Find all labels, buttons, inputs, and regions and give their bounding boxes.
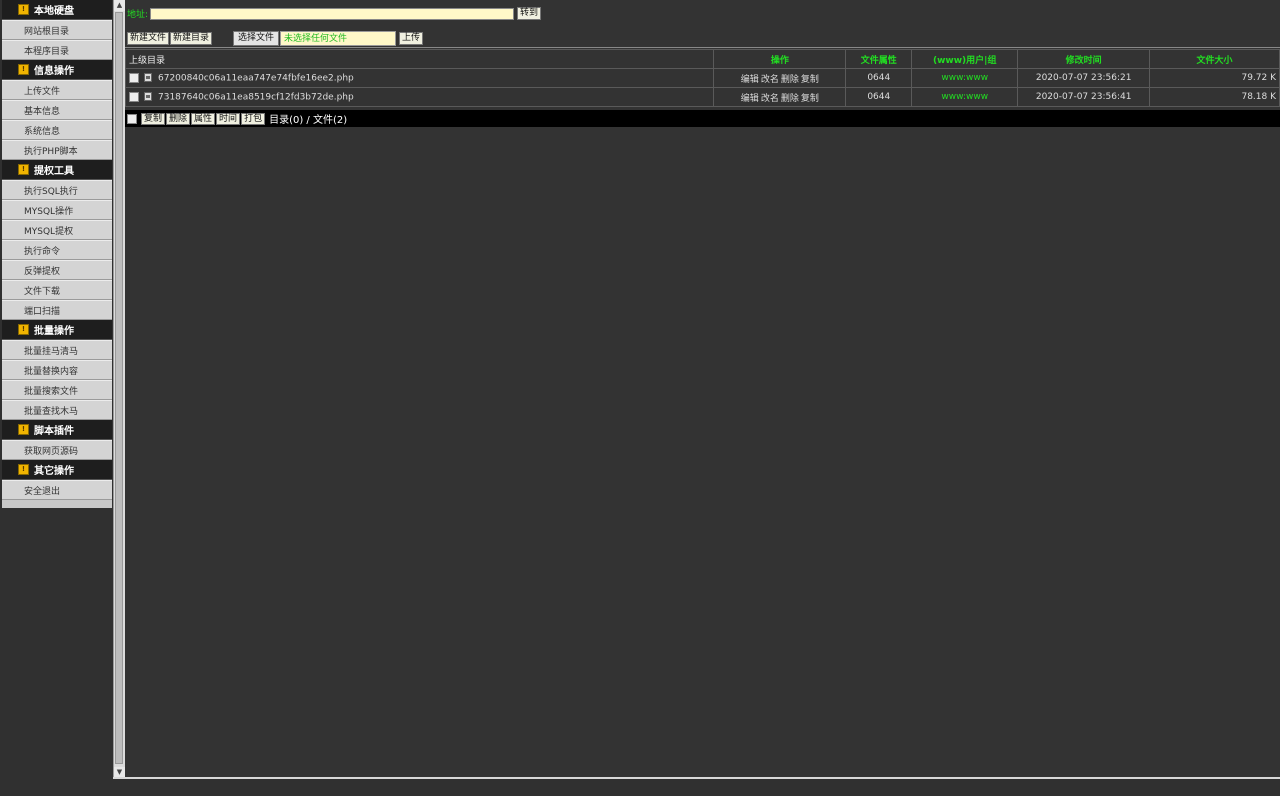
row-op-link[interactable]: 复制 [801,75,819,85]
sidebar-item[interactable]: 反弹提权 [2,260,112,280]
sidebar-item[interactable]: MYSQL提权 [2,220,112,240]
row-op-link[interactable]: 编辑 [741,75,759,85]
sidebar-item[interactable]: 批量替换内容 [2,360,112,380]
sidebar-item[interactable]: 执行SQL执行 [2,180,112,200]
new-dir-button[interactable]: 新建目录 [170,32,213,45]
batch-delete-button[interactable]: 删除 [166,112,191,125]
sidebar-item[interactable]: 文件下载 [2,280,112,300]
sidebar-item[interactable]: 批量搜索文件 [2,380,112,400]
scroll-up-arrow-icon[interactable]: ▲ [114,0,125,11]
row-op-link[interactable]: 复制 [801,94,819,104]
sidebar: ! 本地硬盘网站根目录 本程序目录! 信息操作上传文件 基本信息 系统信息 执行PHP脚本!… [2,0,112,508]
scroll-thumb[interactable] [115,12,123,764]
row-checkbox[interactable] [129,72,139,83]
perm-cell[interactable]: 0644 [845,87,913,107]
file-name-cell: 67200840c06a11eaa747e74fbfe16ee2.php [124,68,715,88]
section-title: 提权工具 [34,166,74,177]
upload-button[interactable]: 上传 [399,32,424,45]
file-icon [144,73,152,83]
table-row: 73187640c06a11ea8519cf12fd3b72de.php 编辑 改名… [124,87,1280,107]
header-ops: 操作 [713,49,847,69]
section-title: 其它操作 [34,466,74,477]
file-table: 上级目录 操作 文件属性 (www)用户|组 修改时间 文件大小 6720084… [124,49,1280,107]
header-size: 文件大小 [1149,49,1280,69]
sidebar-item[interactable]: 获取网页源码 [2,440,112,460]
sidebar-section-header: ! 本地硬盘 [2,0,112,20]
header-owner: (www)用户|组 [911,49,1019,69]
panel-bottom-border [113,777,1280,779]
row-checkbox[interactable] [129,91,139,102]
toolbar: 新建文件 新建目录 选择文件 未选择任何文件 上传 [127,31,424,46]
sidebar-item[interactable]: MYSQL操作 [2,200,112,220]
section-icon: ! [18,4,29,15]
chosen-file-display: 未选择任何文件 [280,31,397,46]
address-row: 地址: 转到 [127,6,542,21]
mtime-cell[interactable]: 2020-07-07 23:56:21 [1017,68,1151,88]
perm-cell[interactable]: 0644 [845,68,913,88]
batch-action-bar: 复制 删除 属性 时间 打包 目录(0) / 文件(2) [125,110,1280,127]
ops-cell: 编辑 改名 删除 复制 [713,68,847,88]
file-name-cell: 73187640c06a11ea8519cf12fd3b72de.php [124,87,715,107]
sidebar-item[interactable]: 上传文件 [2,80,112,100]
section-icon: ! [18,64,29,75]
sidebar-item[interactable]: 执行命令 [2,240,112,260]
ops-cell: 编辑 改名 删除 复制 [713,87,847,107]
sidebar-item[interactable]: 端口扫描 [2,300,112,320]
section-icon: ! [18,324,29,335]
row-op-link[interactable]: 编辑 [741,94,759,104]
sidebar-section-header: ! 提权工具 [2,160,112,180]
section-icon: ! [18,424,29,435]
batch-time-button[interactable]: 时间 [216,112,241,125]
dir-file-summary: 目录(0) / 文件(2) [269,115,348,126]
row-op-link[interactable]: 删除 [781,75,799,85]
row-op-link[interactable]: 改名 [761,94,779,104]
sidebar-item[interactable]: 批量查找木马 [2,400,112,420]
sidebar-item[interactable]: 执行PHP脚本 [2,140,112,160]
sidebar-section-header: ! 脚本插件 [2,420,112,440]
mtime-cell[interactable]: 2020-07-07 23:56:41 [1017,87,1151,107]
section-title: 本地硬盘 [34,6,74,17]
vertical-scrollbar[interactable]: ▲ ▼ [113,0,125,778]
parent-dir-link[interactable]: 上级目录 [124,49,715,69]
section-title: 批量操作 [34,326,74,337]
new-file-button[interactable]: 新建文件 [127,32,170,45]
section-icon: ! [18,164,29,175]
header-mtime: 修改时间 [1017,49,1151,69]
section-icon: ! [18,464,29,475]
sidebar-item[interactable]: 安全退出 [2,480,112,500]
header-perm: 文件属性 [845,49,913,69]
sidebar-section-header: ! 其它操作 [2,460,112,480]
section-title: 信息操作 [34,66,74,77]
choose-file-button[interactable]: 选择文件 [233,31,280,46]
size-cell: 78.18 K [1149,87,1280,107]
file-name-link[interactable]: 67200840c06a11eaa747e74fbfe16ee2.php [158,73,354,83]
owner-cell: www:www [911,87,1019,107]
select-all-checkbox[interactable] [127,113,137,124]
sidebar-item[interactable]: 网站根目录 [2,20,112,40]
batch-copy-button[interactable]: 复制 [141,112,166,125]
file-manager-panel: 地址: 转到 新建文件 新建目录 选择文件 未选择任何文件 上传 上级目录 操作… [124,0,1280,778]
address-label: 地址: [127,10,149,20]
file-name-link[interactable]: 73187640c06a11ea8519cf12fd3b72de.php [158,92,354,102]
divider [125,47,1280,48]
size-cell: 79.72 K [1149,68,1280,88]
owner-cell: www:www [911,68,1019,88]
row-op-link[interactable]: 删除 [781,94,799,104]
sidebar-item[interactable]: 本程序目录 [2,40,112,60]
sidebar-item[interactable]: 基本信息 [2,100,112,120]
batch-attr-button[interactable]: 属性 [191,112,216,125]
file-icon [144,92,152,102]
row-op-link[interactable]: 改名 [761,75,779,85]
table-header-row: 上级目录 操作 文件属性 (www)用户|组 修改时间 文件大小 [124,49,1280,69]
section-title: 脚本插件 [34,426,74,437]
address-input[interactable] [150,7,515,20]
sidebar-section-header: ! 批量操作 [2,320,112,340]
sidebar-item[interactable]: 批量挂马清马 [2,340,112,360]
go-button[interactable]: 转到 [517,7,542,20]
batch-pack-button[interactable]: 打包 [241,112,266,125]
sidebar-section-header: ! 信息操作 [2,60,112,80]
table-row: 67200840c06a11eaa747e74fbfe16ee2.php 编辑 改名… [124,68,1280,88]
sidebar-item[interactable]: 系统信息 [2,120,112,140]
